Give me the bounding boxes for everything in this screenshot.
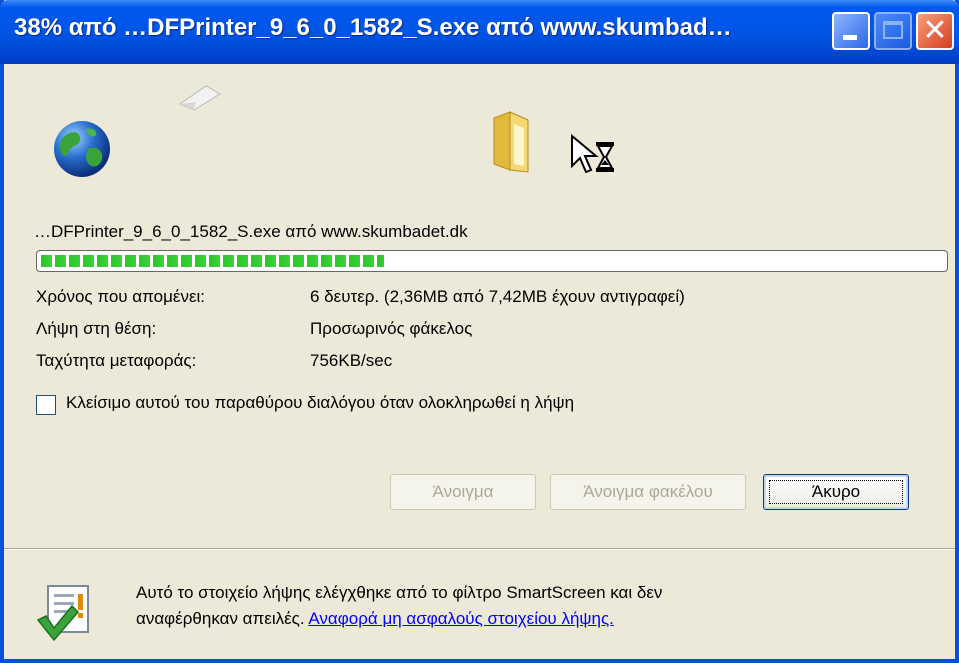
cancel-button[interactable]: Άκυρο <box>763 474 909 510</box>
minimize-icon <box>843 35 857 40</box>
download-to-label: Λήψη στη θέση: <box>36 319 157 338</box>
minimize-button[interactable] <box>832 12 870 50</box>
open-button-label: Άνοιγμα <box>432 482 494 501</box>
maximize-button <box>874 12 912 50</box>
transfer-rate-value: 756KB/sec <box>310 351 393 370</box>
time-left-label: Χρόνος που απομένει: <box>36 287 206 306</box>
smartscreen-line1: Αυτό το στοιχείο λήψης ελέγχθηκε από το … <box>136 583 663 602</box>
divider <box>4 548 955 550</box>
download-to-value: Προσωρινός φάκελος <box>310 319 473 338</box>
close-on-complete-checkbox[interactable] <box>36 395 56 415</box>
globe-icon <box>54 121 110 177</box>
dialog-content: …DFPrinter_9_6_0_1582_S.exe από www.skum… <box>4 64 955 659</box>
close-icon: ✕ <box>922 14 948 47</box>
title-bar[interactable]: 38% από …DFPrinter_9_6_0_1582_S.exe από … <box>0 0 959 64</box>
folder-icon <box>493 111 529 173</box>
report-unsafe-download-link[interactable]: Αναφορά μη ασφαλούς στοιχείου λήψης. <box>308 609 614 628</box>
transfer-rate-label: Ταχύτητα μεταφοράς: <box>36 351 197 370</box>
open-folder-button: Άνοιγμα φακέλου <box>550 474 746 510</box>
smartscreen-line2-wrap: αναφέρθηκαν απειλές. Αναφορά μη ασφαλούς… <box>136 606 662 632</box>
open-folder-button-label: Άνοιγμα φακέλου <box>583 482 713 501</box>
open-button: Άνοιγμα <box>390 474 536 510</box>
download-filename: …DFPrinter_9_6_0_1582_S.exe από www.skum… <box>34 222 468 241</box>
maximize-icon <box>883 21 903 39</box>
document-icon <box>178 85 221 111</box>
time-left-value: 6 δευτερ. (2,36MB από 7,42MB έχουν αντιγ… <box>310 287 685 306</box>
smartscreen-line2: αναφέρθηκαν απειλές. <box>136 609 305 628</box>
window-title: 38% από …DFPrinter_9_6_0_1582_S.exe από … <box>14 14 732 41</box>
close-button[interactable]: ✕ <box>916 12 954 50</box>
busy-cursor-icon <box>571 134 614 174</box>
close-on-complete-label[interactable]: Κλείσιμο αυτού του παραθύρου διαλόγου ότ… <box>66 393 574 413</box>
checklist-shield-icon <box>36 585 89 642</box>
smartscreen-message: Αυτό το στοιχείο λήψης ελέγχθηκε από το … <box>136 580 662 632</box>
download-progress-bar <box>36 250 948 272</box>
cancel-button-label: Άκυρο <box>811 482 861 501</box>
progress-fill <box>41 255 384 267</box>
download-dialog: 38% από …DFPrinter_9_6_0_1582_S.exe από … <box>0 0 959 663</box>
